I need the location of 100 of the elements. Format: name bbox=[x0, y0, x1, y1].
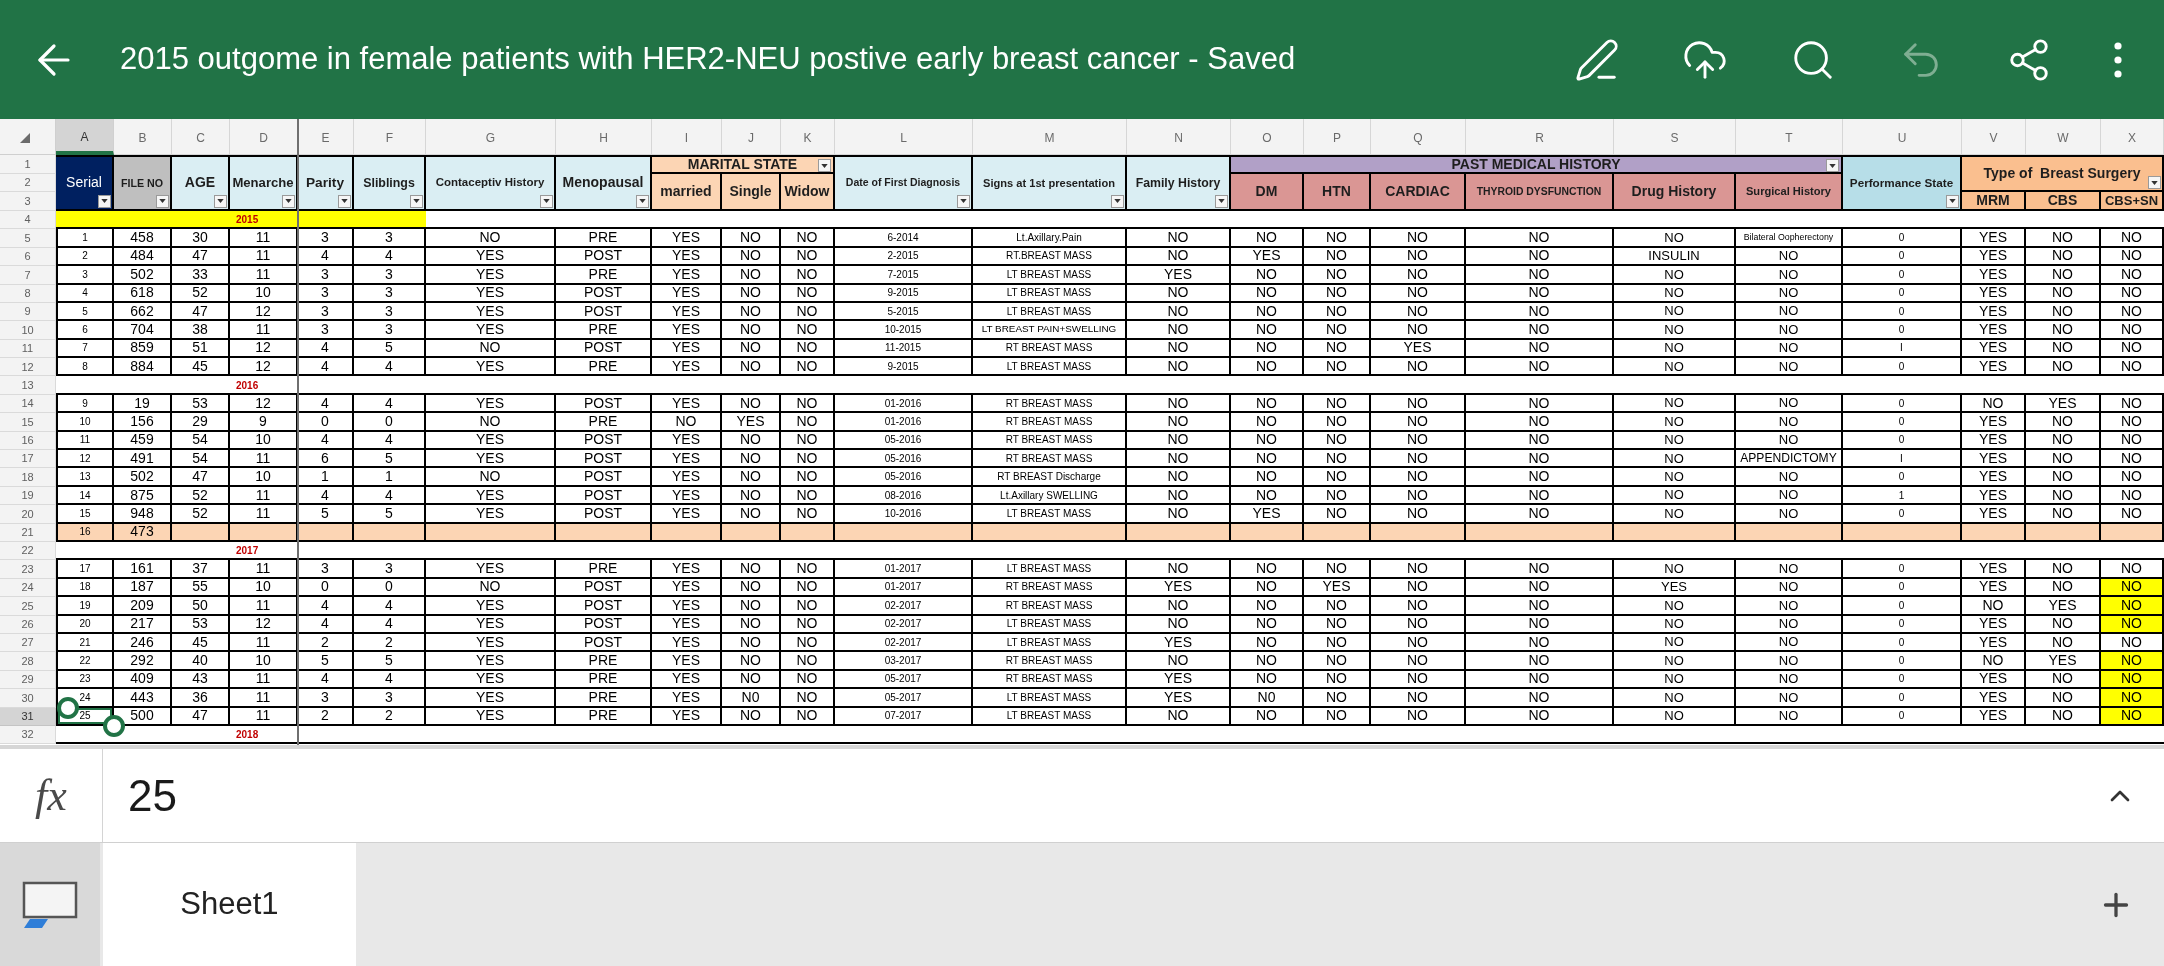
column-header[interactable]: O bbox=[1231, 119, 1304, 155]
caret-icon bbox=[2151, 180, 2158, 185]
selection-handle[interactable] bbox=[103, 715, 125, 738]
column-header[interactable]: J bbox=[722, 119, 781, 155]
header-cell: DM bbox=[1231, 173, 1304, 211]
filter-button[interactable] bbox=[214, 194, 227, 208]
column-header[interactable]: H bbox=[556, 119, 652, 155]
table-cell: 33 bbox=[172, 266, 230, 285]
formula-input[interactable]: 25 bbox=[103, 749, 2104, 842]
filter-button[interactable] bbox=[636, 194, 649, 208]
row-header[interactable]: 30 bbox=[0, 689, 56, 708]
table-cell: NO bbox=[1371, 413, 1466, 432]
more-button[interactable] bbox=[2114, 41, 2122, 78]
table-cell: PRE bbox=[556, 321, 652, 340]
filter-button[interactable] bbox=[1826, 159, 1839, 172]
column-header[interactable]: G bbox=[426, 119, 556, 155]
document-title: 2015 outgome in female patients with HER2-NEU postive early breast cancer - Saved bbox=[120, 40, 1296, 79]
table-cell: 3 bbox=[354, 229, 426, 248]
table-cell: 05-2017 bbox=[835, 689, 973, 708]
row-header[interactable]: 20 bbox=[0, 505, 56, 524]
table-cell: 5 bbox=[354, 450, 426, 469]
column-header[interactable]: V bbox=[1962, 119, 2026, 155]
column-header[interactable]: W bbox=[2026, 119, 2101, 155]
select-all-button[interactable] bbox=[0, 119, 56, 155]
triangle-icon bbox=[20, 133, 30, 143]
filter-button[interactable] bbox=[818, 159, 831, 172]
filter-button[interactable] bbox=[282, 194, 295, 208]
column-header[interactable]: X bbox=[2101, 119, 2164, 155]
filter-button[interactable] bbox=[2148, 176, 2161, 190]
filter-button[interactable] bbox=[1111, 194, 1124, 208]
table-cell: 4 bbox=[298, 597, 354, 616]
table-cell: NO bbox=[2101, 689, 2164, 708]
row-header[interactable]: 1 bbox=[0, 155, 56, 174]
row-header[interactable]: 3 bbox=[0, 192, 56, 211]
table-cell: NO bbox=[722, 229, 781, 248]
column-header[interactable]: A bbox=[56, 119, 114, 155]
column-header[interactable]: I bbox=[652, 119, 722, 155]
column-header[interactable]: N bbox=[1127, 119, 1231, 155]
caret-icon bbox=[1114, 199, 1121, 204]
table-cell: 0 bbox=[1843, 505, 1962, 524]
column-header[interactable]: S bbox=[1614, 119, 1736, 155]
filter-button[interactable] bbox=[1946, 194, 1959, 208]
table-cell: NO bbox=[781, 560, 835, 579]
table-cell: NO bbox=[722, 652, 781, 671]
column-header[interactable]: B bbox=[114, 119, 172, 155]
column-header[interactable]: Q bbox=[1371, 119, 1466, 155]
table-cell: 11 bbox=[230, 689, 298, 708]
column-header[interactable]: D bbox=[230, 119, 298, 155]
column-header[interactable]: U bbox=[1843, 119, 1962, 155]
column-header[interactable]: F bbox=[354, 119, 426, 155]
filter-button[interactable] bbox=[957, 194, 970, 208]
column-header[interactable]: T bbox=[1736, 119, 1843, 155]
table-cell: NO bbox=[1304, 505, 1371, 524]
table-cell: NO bbox=[1231, 266, 1304, 285]
table-cell: POST bbox=[556, 468, 652, 487]
column-header[interactable]: M bbox=[973, 119, 1127, 155]
table-cell: NO bbox=[2101, 450, 2164, 469]
row-header[interactable]: 23 bbox=[0, 560, 56, 579]
filter-button[interactable] bbox=[338, 194, 351, 208]
table-cell: 50 bbox=[172, 597, 230, 616]
table-cell: 4 bbox=[298, 358, 354, 377]
row-header[interactable]: 12 bbox=[0, 358, 56, 377]
column-header[interactable]: E bbox=[298, 119, 354, 155]
row-header[interactable]: 5 bbox=[0, 229, 56, 248]
row-header[interactable]: 28 bbox=[0, 652, 56, 671]
table-cell: NO bbox=[1304, 652, 1371, 671]
column-header[interactable]: C bbox=[172, 119, 230, 155]
column-header[interactable]: L bbox=[835, 119, 973, 155]
row-header[interactable]: 18 bbox=[0, 468, 56, 487]
row-header[interactable]: 15 bbox=[0, 413, 56, 432]
column-header[interactable]: R bbox=[1466, 119, 1614, 155]
table-cell: 52 bbox=[172, 505, 230, 524]
table-cell: NO bbox=[781, 229, 835, 248]
table-cell: NO bbox=[722, 358, 781, 377]
table-cell: NO bbox=[1127, 450, 1231, 469]
table-cell: RT BREAST MASS bbox=[973, 450, 1127, 469]
column-header[interactable]: K bbox=[781, 119, 835, 155]
table-cell: 11 bbox=[230, 321, 298, 340]
sheet-tab[interactable]: Sheet1 bbox=[103, 843, 356, 966]
table-cell: NO bbox=[2026, 468, 2101, 487]
row-header[interactable]: 10 bbox=[0, 321, 56, 340]
row-header[interactable]: 22 bbox=[0, 542, 56, 561]
row-header[interactable]: 17 bbox=[0, 450, 56, 469]
row-header[interactable]: 25 bbox=[0, 597, 56, 616]
filter-button[interactable] bbox=[410, 194, 423, 208]
row-header[interactable]: 13 bbox=[0, 376, 56, 395]
row-header[interactable]: 7 bbox=[0, 266, 56, 285]
filter-button[interactable] bbox=[156, 194, 169, 208]
table-cell: NO bbox=[1466, 358, 1614, 377]
filter-button[interactable] bbox=[540, 194, 553, 208]
table-cell: NO bbox=[2026, 560, 2101, 579]
draw-button[interactable] bbox=[1574, 36, 1620, 83]
table-cell: 4 bbox=[354, 597, 426, 616]
filter-button[interactable] bbox=[98, 194, 111, 208]
table-cell: NO bbox=[1466, 266, 1614, 285]
table-cell: 30 bbox=[172, 229, 230, 248]
table-cell: 3 bbox=[298, 321, 354, 340]
column-header[interactable]: P bbox=[1304, 119, 1371, 155]
sheet-list-button[interactable] bbox=[0, 843, 100, 966]
filter-button[interactable] bbox=[1215, 194, 1228, 208]
